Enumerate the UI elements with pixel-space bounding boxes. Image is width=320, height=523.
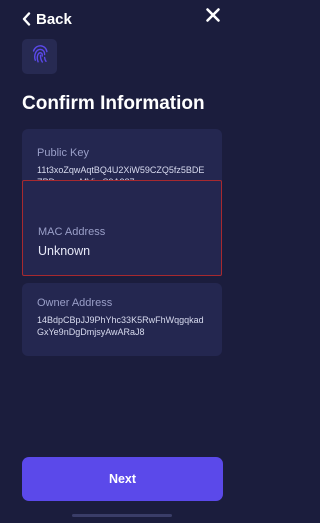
next-button[interactable]: Next <box>22 457 223 501</box>
mac-address-card: MAC Address Unknown <box>22 180 222 276</box>
back-label: Back <box>36 10 72 28</box>
fingerprint-badge <box>22 39 57 74</box>
chevron-left-icon <box>22 12 31 26</box>
home-indicator <box>72 514 172 517</box>
public-key-label: Public Key <box>37 147 89 159</box>
page-title: Confirm Information <box>22 93 205 114</box>
confirm-information-screen: Back Confirm Information Public Key 11t3… <box>0 0 245 523</box>
close-button[interactable] <box>204 6 222 24</box>
owner-address-label: Owner Address <box>37 297 113 309</box>
mac-address-value: Unknown <box>38 244 91 259</box>
close-icon <box>204 6 222 24</box>
fingerprint-icon <box>31 44 49 69</box>
owner-address-value: 14BdpCBpJJ9PhYhc33K5RwFhWqgqkadGxYe9nDgD… <box>37 315 204 337</box>
back-button[interactable]: Back <box>22 8 72 30</box>
mac-address-label: MAC Address <box>38 226 106 238</box>
owner-address-card: Owner Address 14BdpCBpJJ9PhYhc33K5RwFhWq… <box>22 283 222 356</box>
